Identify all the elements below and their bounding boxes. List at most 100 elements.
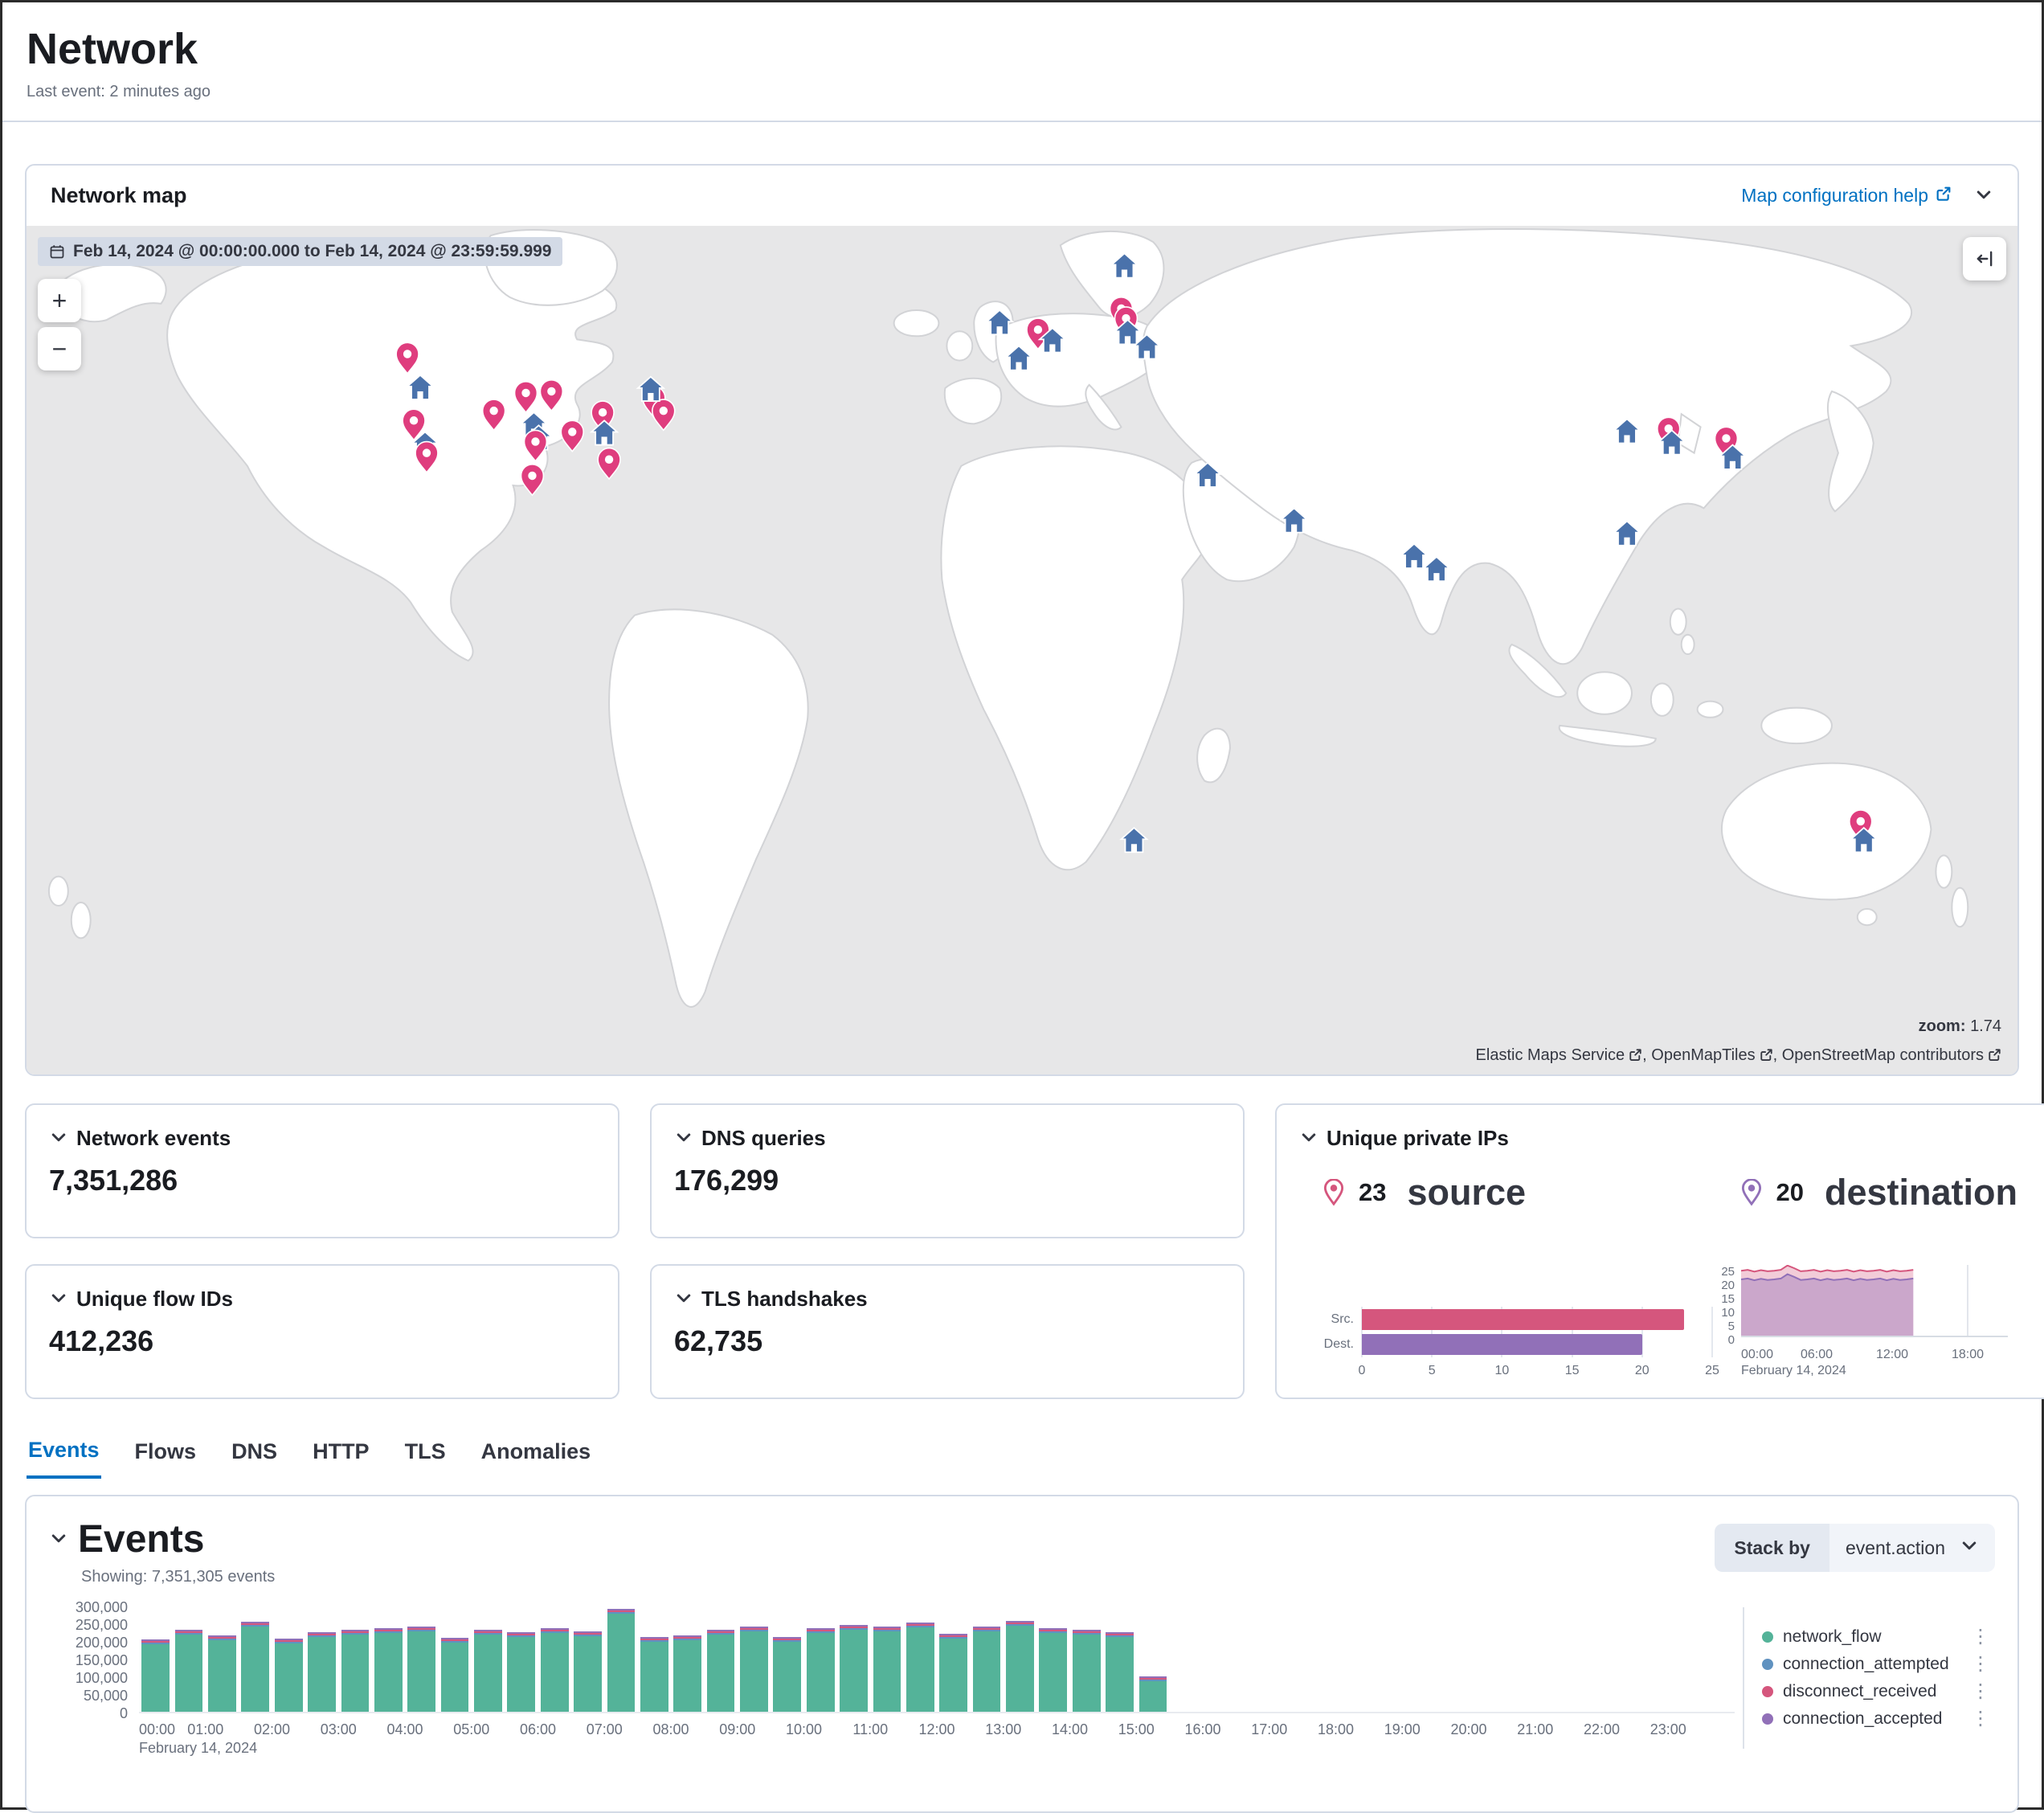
events-bar xyxy=(407,1627,435,1712)
events-bar xyxy=(141,1639,170,1712)
kpi-collapse-button[interactable] xyxy=(674,1288,693,1310)
events-bar xyxy=(607,1609,636,1712)
legend-color-dot xyxy=(1762,1659,1773,1670)
legend-color-dot xyxy=(1762,1713,1773,1725)
chevron-down-icon xyxy=(49,1127,68,1149)
attribution-link[interactable]: Elastic Maps Service xyxy=(1476,1046,1643,1064)
legend-options-icon[interactable]: ⋮ xyxy=(1971,1682,1990,1701)
ip-bar-label: Src. xyxy=(1310,1312,1354,1327)
legend-item-connection_accepted[interactable]: connection_accepted ⋮ xyxy=(1762,1707,1990,1731)
stack-by-select[interactable]: event.action xyxy=(1829,1524,1995,1572)
map-zoom-in-button[interactable]: + xyxy=(38,279,81,322)
map-zoom-out-button[interactable]: − xyxy=(38,327,81,370)
legend-label: connection_accepted xyxy=(1783,1709,1943,1729)
kpi-value: 7,351,286 xyxy=(49,1164,595,1197)
ip-bar-src xyxy=(1362,1309,1684,1330)
kpi-label: Unique private IPs xyxy=(1327,1126,1509,1151)
ip-bar-label: Dest. xyxy=(1310,1337,1354,1352)
destination-label: destination xyxy=(1825,1172,2017,1213)
kpi-label: DNS queries xyxy=(701,1126,826,1151)
minus-icon: − xyxy=(52,334,67,364)
events-bar xyxy=(1039,1628,1067,1712)
chevron-down-icon xyxy=(674,1288,693,1310)
map-panel-title: Network map xyxy=(51,183,187,208)
map-host-marker[interactable] xyxy=(638,377,664,401)
plus-icon: + xyxy=(52,286,67,316)
map-configuration-help-link[interactable]: Map configuration help xyxy=(1741,185,1952,207)
map-point-marker[interactable] xyxy=(598,448,620,479)
legend-options-icon[interactable]: ⋮ xyxy=(1971,1627,1990,1647)
legend-item-network_flow[interactable]: network_flow⋮ xyxy=(1762,1625,1990,1649)
events-bar xyxy=(341,1630,370,1712)
events-bar xyxy=(1139,1676,1167,1712)
events-panel: Events Showing: 7,351,305 events Stack b… xyxy=(25,1495,2019,1813)
legend-label: disconnect_received xyxy=(1783,1682,1936,1701)
events-histogram: 300,000250,000200,000150,000100,00050,00… xyxy=(49,1607,1995,1758)
unique-ips-bar-chart: Src.Dest. 0510152025 xyxy=(1310,1305,1712,1380)
events-collapse-button[interactable] xyxy=(49,1529,68,1550)
events-bar xyxy=(807,1628,835,1712)
world-map-svg xyxy=(27,226,2017,1074)
map-point-marker[interactable] xyxy=(521,465,544,495)
chevron-down-icon xyxy=(1960,1536,1979,1560)
events-bar xyxy=(640,1637,668,1712)
chevron-down-icon xyxy=(674,1127,693,1149)
legend-options-icon[interactable]: ⋮ xyxy=(1971,1655,1990,1674)
events-showing-count: Showing: 7,351,305 events xyxy=(81,1568,275,1586)
events-bar xyxy=(1006,1621,1034,1712)
kpi-collapse-button[interactable] xyxy=(49,1288,68,1310)
legend-item-disconnect_received[interactable]: disconnect_received ⋮ xyxy=(1762,1680,1990,1704)
map-layers-toggle-button[interactable] xyxy=(1963,237,2006,280)
kpi-collapse-button[interactable] xyxy=(49,1127,68,1149)
map-host-marker[interactable] xyxy=(1122,828,1147,852)
map-panel-collapse-button[interactable] xyxy=(1974,185,1993,207)
events-bar xyxy=(973,1627,1001,1712)
kpi-collapse-button[interactable] xyxy=(1299,1127,1318,1149)
events-bar xyxy=(574,1631,602,1712)
attribution-link[interactable]: OpenMapTiles xyxy=(1651,1046,1772,1064)
legend-label: connection_attempted xyxy=(1783,1655,1949,1674)
events-yaxis: 300,000250,000200,000150,000100,00050,00… xyxy=(49,1607,139,1713)
map-zoom-indicator: zoom: 1.74 xyxy=(1919,1017,2001,1036)
legend-color-dot xyxy=(1762,1631,1773,1643)
map-host-marker[interactable] xyxy=(591,420,617,444)
events-bar xyxy=(541,1628,569,1712)
kpi-card-tls-handshakes: TLS handshakes 62,735 xyxy=(650,1264,1245,1399)
events-bar xyxy=(773,1637,801,1712)
kpi-value: 62,735 xyxy=(674,1324,1220,1358)
events-title: Events xyxy=(78,1517,204,1561)
network-page: Network Last event: 2 minutes ago Networ… xyxy=(2,2,2042,1807)
world-map[interactable]: Feb 14, 2024 @ 00:00:00.000 to Feb 14, 2… xyxy=(27,226,2017,1074)
zoom-value: 1.74 xyxy=(1970,1017,2001,1035)
map-point-marker[interactable] xyxy=(561,420,583,451)
events-bar xyxy=(1106,1632,1134,1712)
map-panel-header: Network map Map configuration help xyxy=(27,166,2017,226)
kpi-card-unique-flow-ids: Unique flow IDs 412,236 xyxy=(25,1264,619,1399)
attribution-link[interactable]: OpenStreetMap contributors xyxy=(1782,1046,2001,1064)
legend-options-icon[interactable]: ⋮ xyxy=(1971,1709,1990,1729)
source-label: source xyxy=(1407,1172,1526,1213)
kpi-collapse-button[interactable] xyxy=(674,1127,693,1149)
tab-anomalies[interactable]: Anomalies xyxy=(480,1434,593,1479)
tab-events[interactable]: Events xyxy=(27,1434,101,1479)
events-legend: network_flow⋮connection_attempted⋮discon… xyxy=(1743,1607,1993,1749)
tab-http[interactable]: HTTP xyxy=(311,1434,371,1479)
ip-bar-dest xyxy=(1362,1334,1642,1355)
legend-item-connection_attempted[interactable]: connection_attempted ⋮ xyxy=(1762,1652,1990,1676)
tab-dns[interactable]: DNS xyxy=(230,1434,279,1479)
events-bar xyxy=(507,1632,535,1712)
kpi-card-unique-private-ips: Unique private IPs 23 source 20 xyxy=(1275,1103,2044,1399)
destination-count: 20 xyxy=(1776,1178,1804,1207)
map-point-marker[interactable] xyxy=(652,399,675,430)
chevron-down-icon xyxy=(1974,185,1993,207)
chevron-down-icon xyxy=(49,1529,68,1550)
source-count: 23 xyxy=(1359,1178,1386,1207)
kpi-value: 176,299 xyxy=(674,1164,1220,1197)
area-chart-svg xyxy=(1741,1265,2008,1337)
destination-ips-stat: 20 destination xyxy=(1739,1172,2018,1213)
tab-flows[interactable]: Flows xyxy=(133,1434,198,1479)
tab-tls[interactable]: TLS xyxy=(403,1434,448,1479)
events-bar xyxy=(275,1639,303,1712)
stack-by-label: Stack by xyxy=(1715,1524,1829,1572)
chevron-down-icon xyxy=(1299,1127,1318,1149)
